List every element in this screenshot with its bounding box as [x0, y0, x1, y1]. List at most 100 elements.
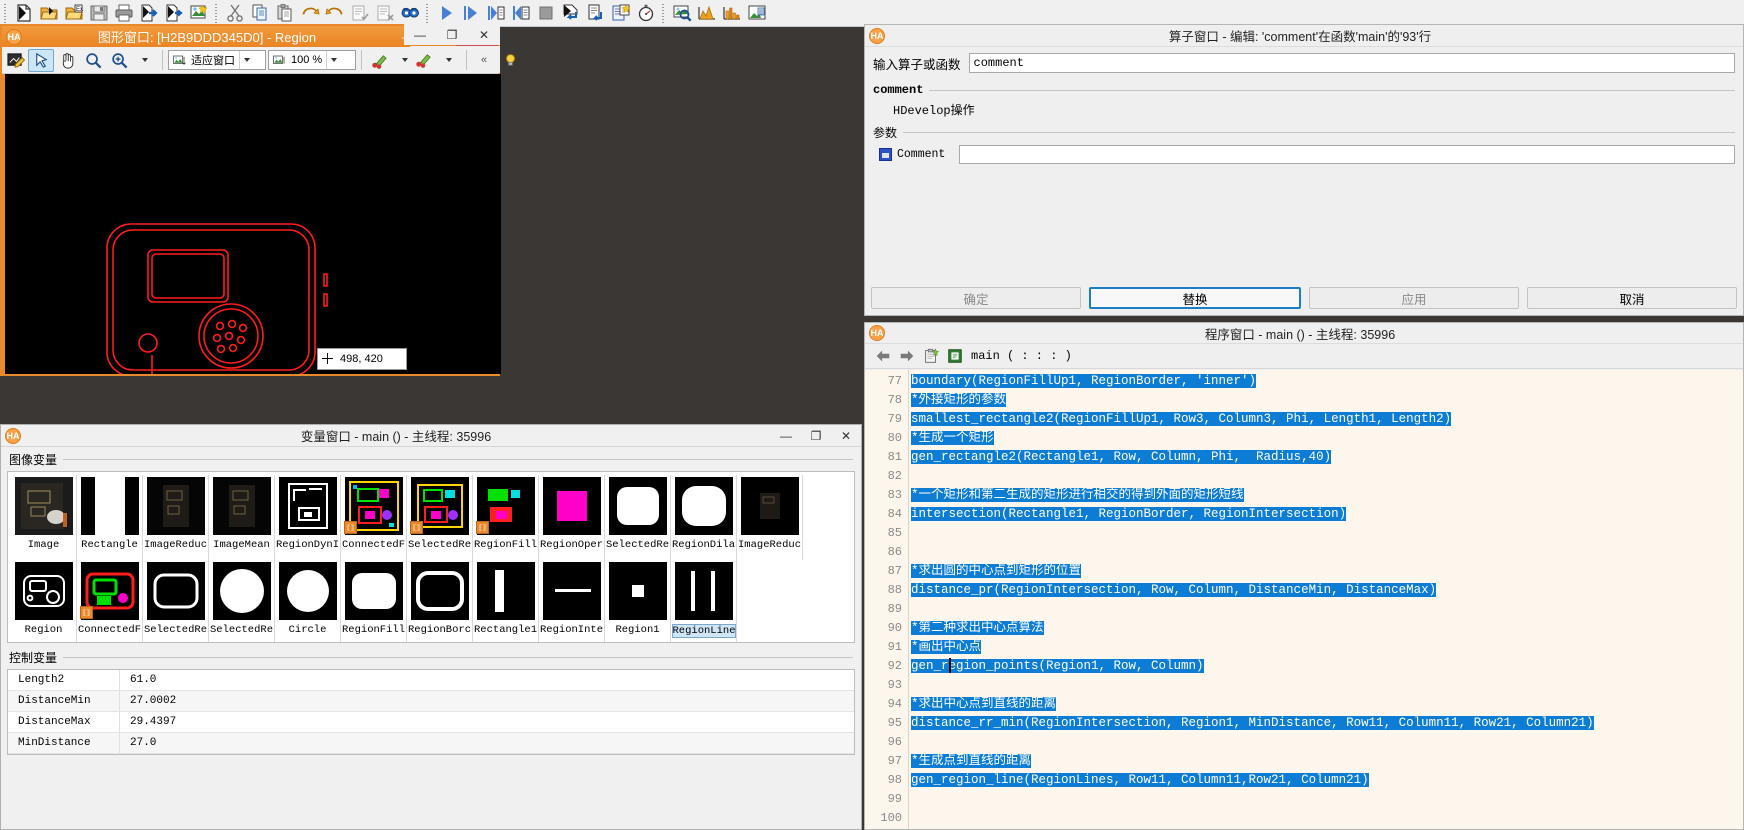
- code-line[interactable]: [909, 543, 1743, 562]
- run-icon[interactable]: [433, 1, 458, 25]
- code-line[interactable]: boundary(RegionFillUp1, RegionBorder, 'i…: [909, 372, 1743, 391]
- image-variable-item[interactable]: Circle: [275, 560, 341, 642]
- cut-icon[interactable]: [222, 1, 247, 25]
- image-variable-item[interactable]: Region1: [605, 560, 671, 642]
- fit-mode-combo[interactable]: 适应窗口: [168, 50, 266, 70]
- parameter-input-comment[interactable]: [959, 145, 1735, 164]
- code-line[interactable]: gen_region_points(Region1, Row, Column): [909, 657, 1743, 676]
- image-variable-item[interactable]: Region: [11, 560, 77, 642]
- image-variable-item[interactable]: RegionLine: [671, 560, 737, 642]
- code-line[interactable]: gen_rectangle2(Rectangle1, Row, Column, …: [909, 448, 1743, 467]
- redo-icon[interactable]: [322, 1, 347, 25]
- code-line[interactable]: *一个矩形和第二生成的矩形进行相交的得到外面的矩形短线: [909, 486, 1743, 505]
- code-editor[interactable]: 77 78 79 80 81 82 83 84 85 86 87 88 89 90 91 92 93 94 95 96…: [865, 370, 1743, 829]
- variable-window-titlebar[interactable]: HA 变量窗口 - main () - 主线程: 35996 — ❐ ✕: [1, 425, 861, 447]
- zoom-level-combo[interactable]: 100 %: [268, 50, 356, 70]
- gray-histogram-icon[interactable]: [694, 1, 719, 25]
- image-variable-item[interactable]: ImageMean: [209, 475, 275, 560]
- control-variable-row[interactable]: DistanceMax 29.4397: [8, 712, 854, 733]
- var-maximize-button[interactable]: ❐: [801, 425, 831, 447]
- new-program-icon[interactable]: [11, 1, 36, 25]
- image-inspect-icon[interactable]: [669, 1, 694, 25]
- code-line[interactable]: [909, 790, 1743, 809]
- code-line[interactable]: *生成点到直线的距离: [909, 752, 1743, 771]
- step-into-icon[interactable]: [483, 1, 508, 25]
- image-variable-item[interactable]: ⟦⟧ ConnectedF: [341, 475, 407, 560]
- fit-mode-chevron-down-icon[interactable]: [239, 51, 254, 69]
- cancel-button[interactable]: 取消: [1527, 287, 1737, 309]
- copy-icon[interactable]: [247, 1, 272, 25]
- save-icon[interactable]: [86, 1, 111, 25]
- image-acquisition-icon[interactable]: [186, 1, 211, 25]
- continue-icon[interactable]: [583, 1, 608, 25]
- toolbar-grip-file[interactable]: [2, 2, 9, 24]
- operator-search-input[interactable]: comment: [968, 53, 1735, 73]
- code-line[interactable]: *第二种求出中心点算法: [909, 619, 1743, 638]
- collapse2-icon[interactable]: «: [471, 48, 497, 71]
- code-line[interactable]: smallest_rectangle2(RegionFillUp1, Row3,…: [909, 410, 1743, 429]
- stop-icon[interactable]: [533, 1, 558, 25]
- zoom-tool-dropdown-icon[interactable]: [132, 49, 158, 72]
- code-line[interactable]: [909, 467, 1743, 486]
- code-line[interactable]: *求出中心点到直线的距离: [909, 695, 1743, 714]
- code-line[interactable]: distance_pr(RegionIntersection, Row, Col…: [909, 581, 1743, 600]
- activate-icon[interactable]: [608, 1, 633, 25]
- open-example-icon[interactable]: Ex: [61, 1, 86, 25]
- code-line[interactable]: [909, 676, 1743, 695]
- stopwatch-icon[interactable]: [633, 1, 658, 25]
- var-minimize-button[interactable]: —: [771, 425, 801, 447]
- replace-button[interactable]: 替换: [1089, 287, 1301, 309]
- image-variable-item[interactable]: ImageReduc: [143, 475, 209, 560]
- outer-minimize-button[interactable]: —: [404, 24, 436, 45]
- control-variables-table[interactable]: Length2 61.0 DistanceMin 27.0002 DistanceMax…: [7, 669, 855, 755]
- colors2-dropdown-icon[interactable]: [436, 48, 462, 71]
- ok-button[interactable]: 确定: [871, 287, 1081, 309]
- image-variable-item[interactable]: ⟦⟧ SelectedRe: [407, 475, 473, 560]
- image-variable-item[interactable]: ⟦⟧ ConnectedF: [77, 560, 143, 642]
- image-variable-item[interactable]: RegionDila: [671, 475, 737, 560]
- image-variable-item[interactable]: RegionOper: [539, 475, 605, 560]
- code-line[interactable]: *求出圆的中心点到矩形的位置: [909, 562, 1743, 581]
- image-variable-item[interactable]: RegionInte: [539, 560, 605, 642]
- export-icon[interactable]: [161, 1, 186, 25]
- code-line[interactable]: *外接矩形的参数: [909, 391, 1743, 410]
- forward-icon[interactable]: [895, 345, 919, 367]
- toolbar-grip-execute[interactable]: [424, 2, 431, 24]
- code-line[interactable]: distance_rr_min(RegionIntersection, Regi…: [909, 714, 1743, 733]
- undo-icon[interactable]: [297, 1, 322, 25]
- code-line[interactable]: [909, 809, 1743, 828]
- uncomment-lines-icon[interactable]: [372, 1, 397, 25]
- code-line[interactable]: *画出中心点: [909, 638, 1743, 657]
- apply-button[interactable]: 应用: [1309, 287, 1519, 309]
- toolbar-grip-assistants[interactable]: [660, 2, 667, 24]
- image-variable-item[interactable]: SelectedRe: [605, 475, 671, 560]
- zoom-tool-icon[interactable]: [80, 49, 106, 72]
- graphics-canvas[interactable]: 498, 420: [2, 74, 501, 374]
- image-variable-item[interactable]: Image: [11, 475, 77, 560]
- import-icon[interactable]: [136, 1, 161, 25]
- control-variable-row[interactable]: Length2 61.0: [8, 670, 854, 691]
- image-variable-item[interactable]: Rectangle: [77, 475, 143, 560]
- zoom-in-icon[interactable]: [106, 49, 132, 72]
- find-icon[interactable]: [397, 1, 422, 25]
- image-variable-item[interactable]: ImageReduc: [737, 475, 803, 560]
- code-line[interactable]: intersection(Rectangle1, RegionBorder, R…: [909, 505, 1743, 524]
- paste-icon[interactable]: [272, 1, 297, 25]
- open-program-icon[interactable]: [36, 1, 61, 25]
- new-procedure-icon[interactable]: [919, 345, 943, 367]
- image-variables-grid[interactable]: Image Rectangle ImageReduc ImageMean RegionD…: [7, 471, 855, 643]
- image-variable-item[interactable]: ⟦⟧ RegionFill: [473, 475, 539, 560]
- step-over-icon[interactable]: [458, 1, 483, 25]
- select-tool-icon[interactable]: [28, 48, 54, 72]
- code-line[interactable]: [909, 524, 1743, 543]
- image-variable-item[interactable]: SelectedRe: [143, 560, 209, 642]
- lamp2-icon[interactable]: [497, 48, 523, 71]
- colors-icon[interactable]: [366, 49, 392, 72]
- var-close-button[interactable]: ✕: [831, 425, 861, 447]
- code-line[interactable]: [909, 733, 1743, 752]
- zoom-level-chevron-down-icon[interactable]: [326, 51, 341, 69]
- image-variable-item[interactable]: RegionBorc: [407, 560, 473, 642]
- outer-maximize-button[interactable]: ❐: [436, 24, 468, 45]
- image-variable-item[interactable]: RegionDynI: [275, 475, 341, 560]
- control-variable-row[interactable]: DistanceMin 27.0002: [8, 691, 854, 712]
